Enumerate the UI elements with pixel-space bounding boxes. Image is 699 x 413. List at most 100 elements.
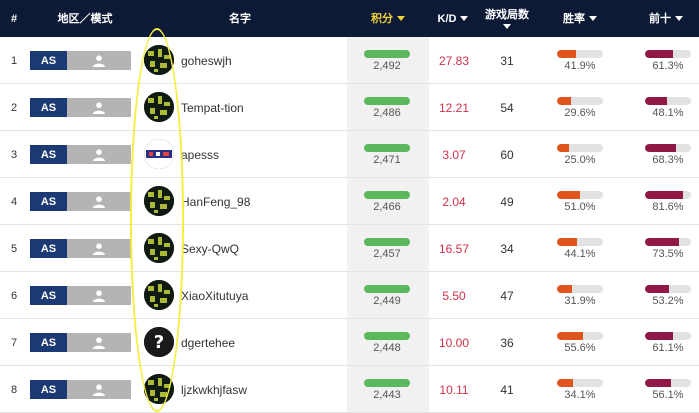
- player-name-link[interactable]: Sexy-QwQ: [181, 225, 341, 272]
- score-bar: [364, 191, 410, 199]
- top10-bar-fill: [645, 285, 670, 293]
- region-mode-badge[interactable]: AS: [30, 192, 131, 211]
- winrate-bar-fill: [557, 97, 571, 105]
- player-avatar[interactable]: [144, 374, 174, 404]
- top10-bar-fill: [645, 332, 674, 340]
- person-icon: [67, 51, 131, 70]
- region-badge: AS: [30, 192, 67, 211]
- kd-sort-header[interactable]: K/D: [428, 0, 478, 37]
- region-label: AS: [40, 383, 57, 396]
- region-mode-badge[interactable]: AS: [30, 239, 131, 258]
- score-value: 2,443: [373, 389, 401, 401]
- kd-value: 16.57: [438, 241, 470, 256]
- winrate-stat: 41.9%: [557, 50, 603, 80]
- player-avatar[interactable]: [144, 280, 174, 310]
- player-name-link[interactable]: dgertehee: [181, 319, 341, 366]
- score-bar: [364, 379, 410, 387]
- kd-cell: 3.07: [432, 131, 476, 178]
- winrate-bar-fill: [557, 332, 583, 340]
- score-bar: [364, 97, 410, 105]
- player-avatar[interactable]: [144, 233, 174, 263]
- winrate-sort-header[interactable]: 胜率: [550, 0, 610, 37]
- player-avatar[interactable]: [144, 186, 174, 216]
- region-badge: AS: [30, 380, 67, 399]
- player-avatar[interactable]: [144, 139, 174, 169]
- region-mode-badge[interactable]: AS: [30, 286, 131, 305]
- rank-value: 3: [10, 148, 18, 161]
- kd-cell: 10.00: [432, 319, 476, 366]
- top10-bar-track: [645, 50, 691, 58]
- region-mode-badge[interactable]: AS: [30, 380, 131, 399]
- kd-cell: 10.11: [432, 366, 476, 413]
- winrate-bar-fill: [557, 238, 578, 246]
- player-avatar[interactable]: ?: [144, 327, 174, 357]
- winrate-bar-fill: [557, 191, 581, 199]
- top10-bar-track: [645, 191, 691, 199]
- top10-bar-track: [645, 97, 691, 105]
- player-name-link[interactable]: XiaoXitutuya: [181, 272, 341, 319]
- rank-cell: 3: [6, 131, 22, 178]
- table-row[interactable]: 6 AS XiaoXitutuya 2,449 5.50 47 31.9% 53…: [0, 272, 699, 319]
- games-cell: 31: [482, 37, 532, 84]
- table-row[interactable]: 4 AS HanFeng_98 2,466 2.04 49 51.0% 81.6…: [0, 178, 699, 225]
- score-value: 2,471: [373, 154, 401, 166]
- winrate-value: 34.1%: [564, 389, 596, 401]
- top10-stat: 48.1%: [645, 97, 691, 127]
- name-header-label: 名字: [229, 12, 251, 25]
- winrate-stat: 31.9%: [557, 285, 603, 315]
- games-cell: 49: [482, 178, 532, 225]
- region-mode-badge[interactable]: AS: [30, 51, 131, 70]
- kd-value: 12.21: [438, 100, 470, 115]
- score-bar: [364, 50, 410, 58]
- table-row[interactable]: 3 AS apesss 2,471 3.07 60 25.0% 68.3%: [0, 131, 699, 178]
- winrate-bar-fill: [557, 285, 572, 293]
- region-label: AS: [40, 54, 57, 67]
- table-row[interactable]: 1 AS goheswjh 2,492 27.83 31 41.9% 61.3%: [0, 37, 699, 84]
- player-avatar[interactable]: [144, 45, 174, 75]
- games-header-label: 游戏局数: [485, 9, 529, 21]
- table-row[interactable]: 2 AS Tempat-tion 2,486 12.21 54 29.6% 48…: [0, 84, 699, 131]
- top10-bar-track: [645, 144, 691, 152]
- games-value: 34: [500, 241, 514, 256]
- player-avatar[interactable]: [144, 92, 174, 122]
- player-name-link[interactable]: goheswjh: [181, 37, 341, 84]
- svg-text:?: ?: [154, 332, 164, 353]
- top10-value: 56.1%: [652, 389, 684, 401]
- score-value: 2,457: [373, 248, 401, 260]
- player-name-link[interactable]: HanFeng_98: [181, 178, 341, 225]
- player-name-link[interactable]: ljzkwkhjfasw: [181, 366, 341, 413]
- score-value: 2,448: [373, 342, 401, 354]
- rank-value: 6: [10, 289, 18, 302]
- person-icon: [67, 98, 131, 117]
- games-cell: 36: [482, 319, 532, 366]
- games-sort-header[interactable]: 游戏局数: [478, 0, 536, 37]
- score-stat: 2,492: [364, 50, 410, 80]
- games-value: 47: [500, 288, 514, 303]
- player-name: goheswjh: [181, 53, 232, 68]
- winrate-value: 25.0%: [564, 154, 596, 166]
- rank-cell: 1: [6, 37, 22, 84]
- rank-cell: 8: [6, 366, 22, 413]
- table-row[interactable]: 5 AS Sexy-QwQ 2,457 16.57 34 44.1% 73.5%: [0, 225, 699, 272]
- kd-cell: 5.50: [432, 272, 476, 319]
- table-row[interactable]: 8 AS ljzkwkhjfasw 2,443 10.11 41 34.1% 5…: [0, 366, 699, 413]
- winrate-bar-track: [557, 285, 603, 293]
- rank-value: 8: [10, 383, 18, 396]
- score-sort-header[interactable]: 积分: [352, 0, 424, 37]
- winrate-value: 55.6%: [564, 342, 596, 354]
- top10-sort-header[interactable]: 前十: [636, 0, 696, 37]
- rank-value: 7: [10, 336, 18, 349]
- kd-value: 5.50: [442, 288, 466, 303]
- player-name-link[interactable]: Tempat-tion: [181, 84, 341, 131]
- region-label: AS: [40, 242, 57, 255]
- chevron-down-icon: [503, 24, 511, 29]
- player-name-link[interactable]: apesss: [181, 131, 341, 178]
- region-mode-badge[interactable]: AS: [30, 145, 131, 164]
- top10-value: 81.6%: [652, 201, 684, 213]
- games-cell: 47: [482, 272, 532, 319]
- region-mode-badge[interactable]: AS: [30, 333, 131, 352]
- score-header-label: 积分: [371, 12, 393, 25]
- table-row[interactable]: 7 AS ? dgertehee 2,448 10.00 36 55.6% 61…: [0, 319, 699, 366]
- kd-header-label: K/D: [437, 12, 457, 25]
- region-mode-badge[interactable]: AS: [30, 98, 131, 117]
